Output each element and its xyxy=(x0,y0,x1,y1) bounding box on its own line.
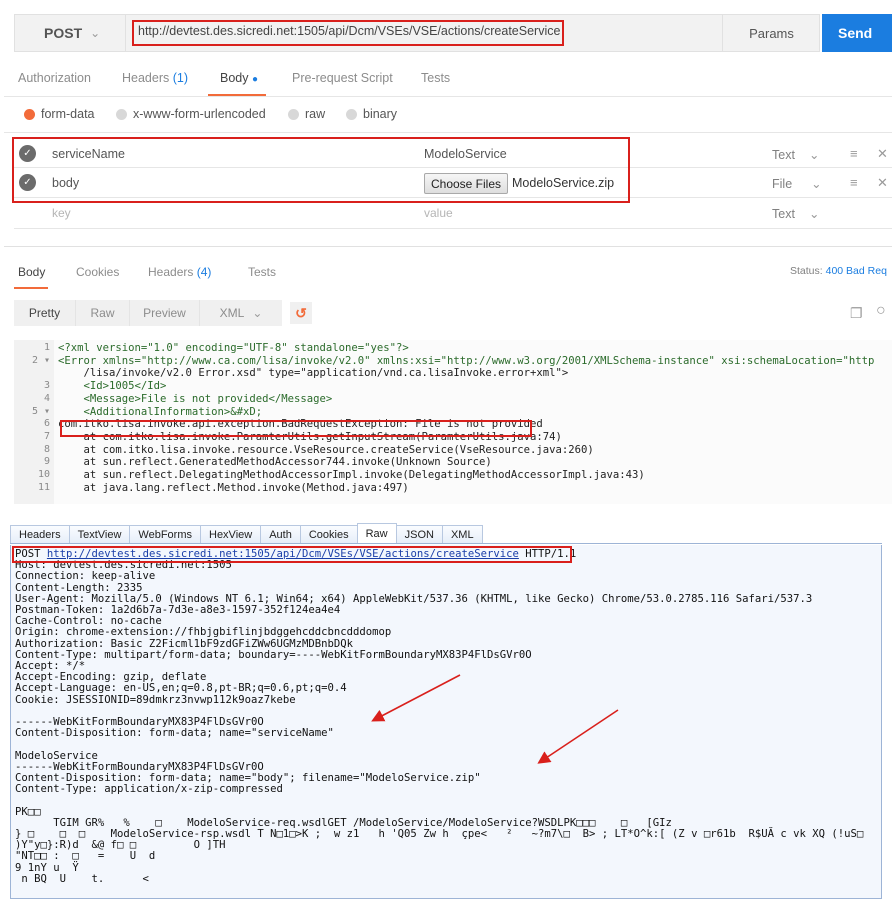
annotation-arrows xyxy=(371,674,619,764)
arrow-to-body-part xyxy=(537,709,619,764)
arrow-to-servicename xyxy=(371,674,461,722)
